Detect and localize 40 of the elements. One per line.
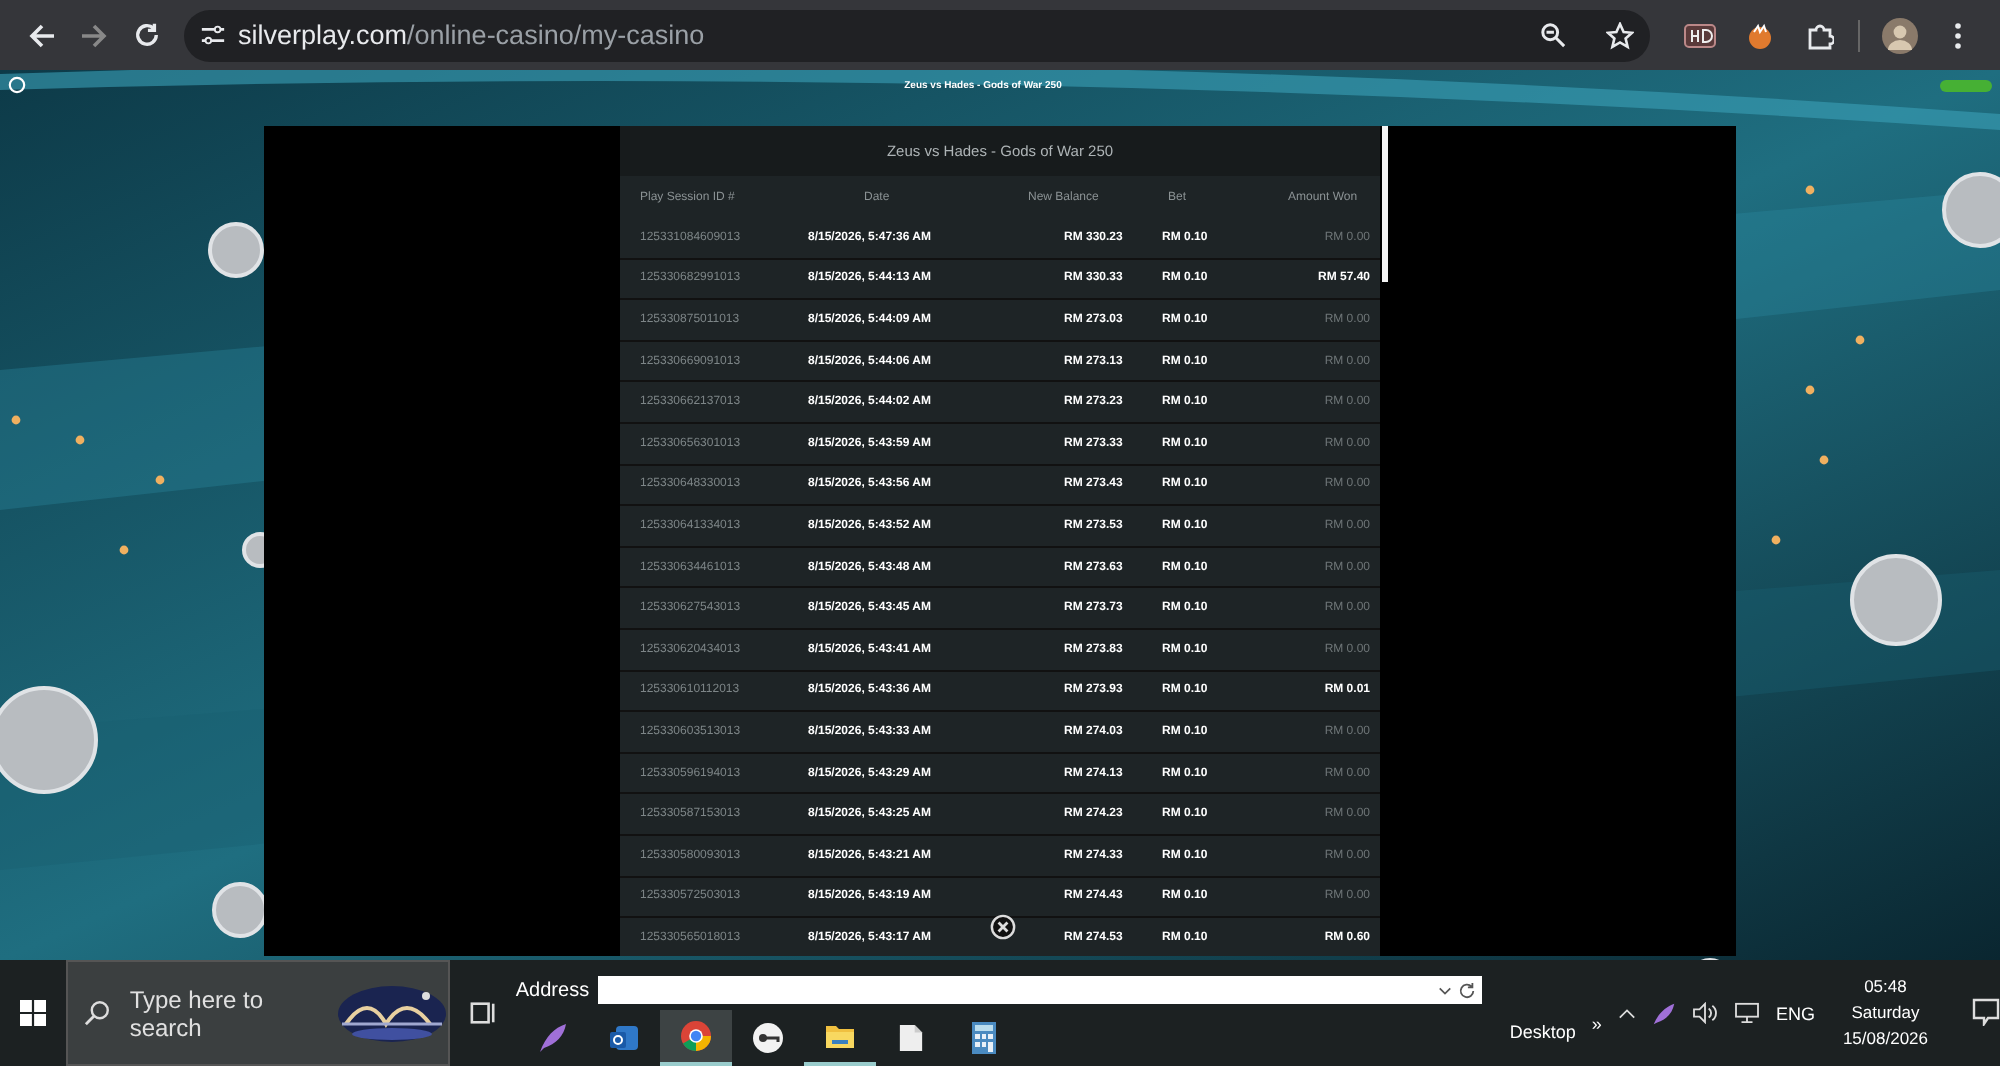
search-field[interactable]: Type here to search [65,960,451,1066]
key-icon[interactable] [751,1022,784,1054]
desktop-toolbar-label[interactable]: Desktop [1509,1021,1576,1041]
menu-icon[interactable] [1954,21,1962,49]
chevron-up-icon[interactable] [1617,1007,1636,1019]
browser-icon [679,1020,712,1052]
task-view-icon[interactable] [469,1000,496,1026]
chrome-taskbar-button[interactable] [659,1010,732,1066]
extension-icon[interactable] [1746,21,1774,49]
scrollbar-thumb[interactable] [1382,126,1388,282]
zoom-icon[interactable] [1540,22,1566,48]
close-icon[interactable] [990,914,1016,940]
network-icon[interactable] [1733,1002,1760,1024]
folder-icon[interactable] [823,1022,856,1050]
feather-icon[interactable] [535,1022,568,1054]
reload-icon[interactable] [133,22,159,48]
notification-icon[interactable] [1972,997,2000,1025]
refresh-icon[interactable] [1457,981,1476,999]
windows-icon[interactable] [19,1000,46,1026]
dropdown-icon[interactable] [1437,983,1452,997]
toolbar-overflow[interactable]: » [1591,1013,1602,1033]
logo-icon[interactable] [8,76,26,94]
mail-icon[interactable] [607,1022,640,1054]
address-label: Address [515,979,590,1001]
feather-icon[interactable] [1651,1001,1676,1025]
forward-icon[interactable] [80,21,108,49]
volume-icon[interactable] [1691,1002,1718,1024]
puzzle-icon[interactable] [1806,21,1834,49]
address-field[interactable] [597,976,1482,1004]
address-bar[interactable]: silverplay.com/online-casino/my-casino [184,9,1650,61]
calculator-icon[interactable] [971,1022,996,1054]
site-settings-icon[interactable] [200,22,226,48]
star-icon[interactable] [1606,21,1634,49]
search-icon [83,1000,110,1026]
clock[interactable]: 05:48 Saturday 15/08/2026 [1842,974,1928,1052]
avatar-icon[interactable] [1882,17,1918,53]
back-icon[interactable] [28,21,56,49]
language-indicator[interactable]: ENG [1775,1003,1815,1023]
document-icon[interactable] [898,1022,925,1054]
extension-icon[interactable] [1684,23,1716,47]
